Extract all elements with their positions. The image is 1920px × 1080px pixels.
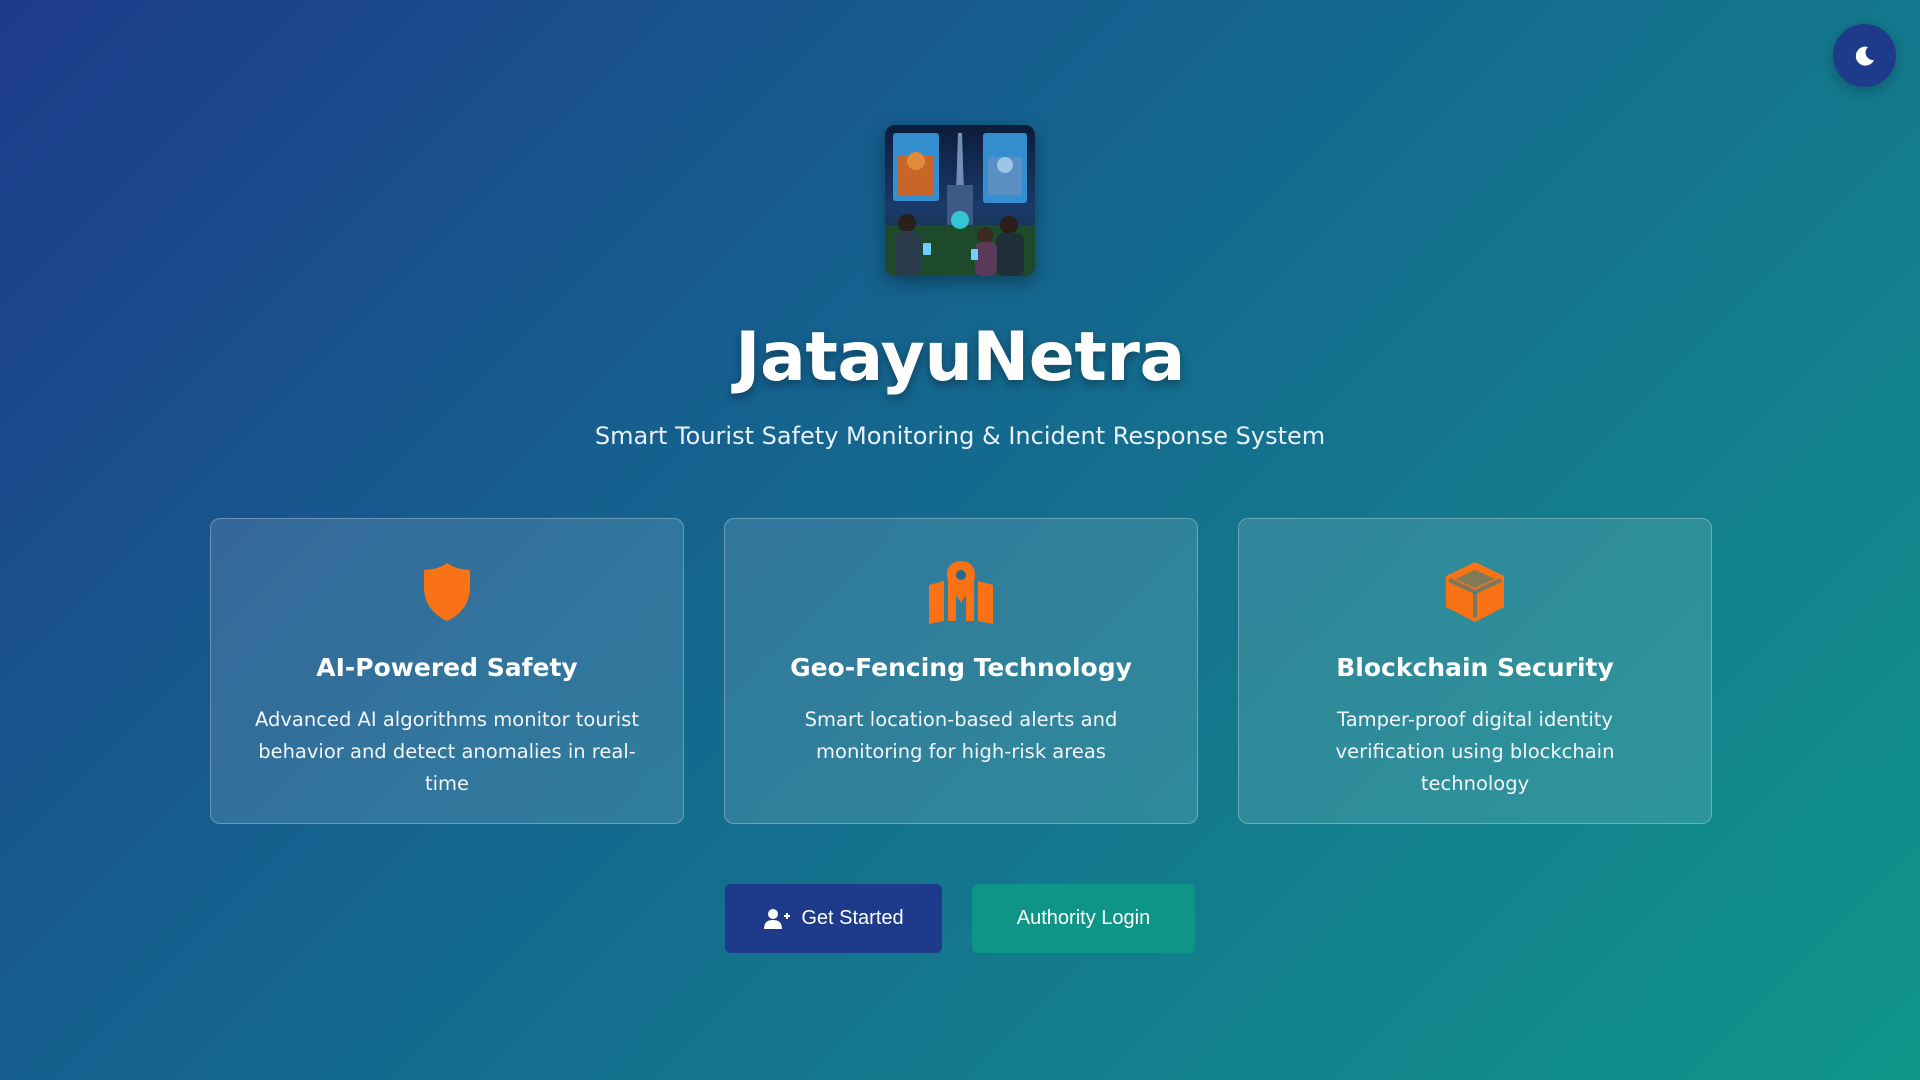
get-started-label: Get Started bbox=[801, 907, 904, 929]
map-pin-icon bbox=[929, 561, 993, 624]
feature-title: AI-Powered Safety bbox=[316, 653, 578, 682]
app-logo bbox=[885, 125, 1035, 276]
feature-title: Blockchain Security bbox=[1336, 653, 1614, 682]
feature-card-ai-safety: AI-Powered Safety Advanced AI algorithms… bbox=[210, 518, 684, 824]
feature-description: Tamper-proof digital identity verificati… bbox=[1335, 708, 1615, 795]
feature-title: Geo-Fencing Technology bbox=[790, 653, 1132, 682]
feature-description: Smart location-based alerts and monitori… bbox=[804, 708, 1118, 763]
theme-toggle-button[interactable] bbox=[1833, 24, 1896, 87]
get-started-button[interactable]: Get Started bbox=[725, 884, 942, 953]
app-tagline: Smart Tourist Safety Monitoring & Incide… bbox=[594, 422, 1326, 450]
feature-card-blockchain: Blockchain Security Tamper-proof digital… bbox=[1238, 518, 1712, 824]
cube-icon bbox=[1446, 562, 1504, 622]
feature-card-geo-fencing: Geo-Fencing Technology Smart location-ba… bbox=[724, 518, 1198, 824]
user-plus-icon bbox=[764, 908, 791, 929]
shield-icon bbox=[424, 563, 470, 621]
feature-cards: AI-Powered Safety Advanced AI algorithms… bbox=[210, 518, 1712, 824]
feature-description: Advanced AI algorithms monitor tourist b… bbox=[255, 708, 639, 795]
moon-icon bbox=[1855, 46, 1874, 66]
authority-login-label: Authority Login bbox=[1016, 907, 1151, 929]
hero-actions: Get Started Authority Login bbox=[725, 884, 1195, 953]
app-title: JatayuNetra bbox=[735, 318, 1185, 397]
authority-login-button[interactable]: Authority Login bbox=[972, 884, 1195, 953]
